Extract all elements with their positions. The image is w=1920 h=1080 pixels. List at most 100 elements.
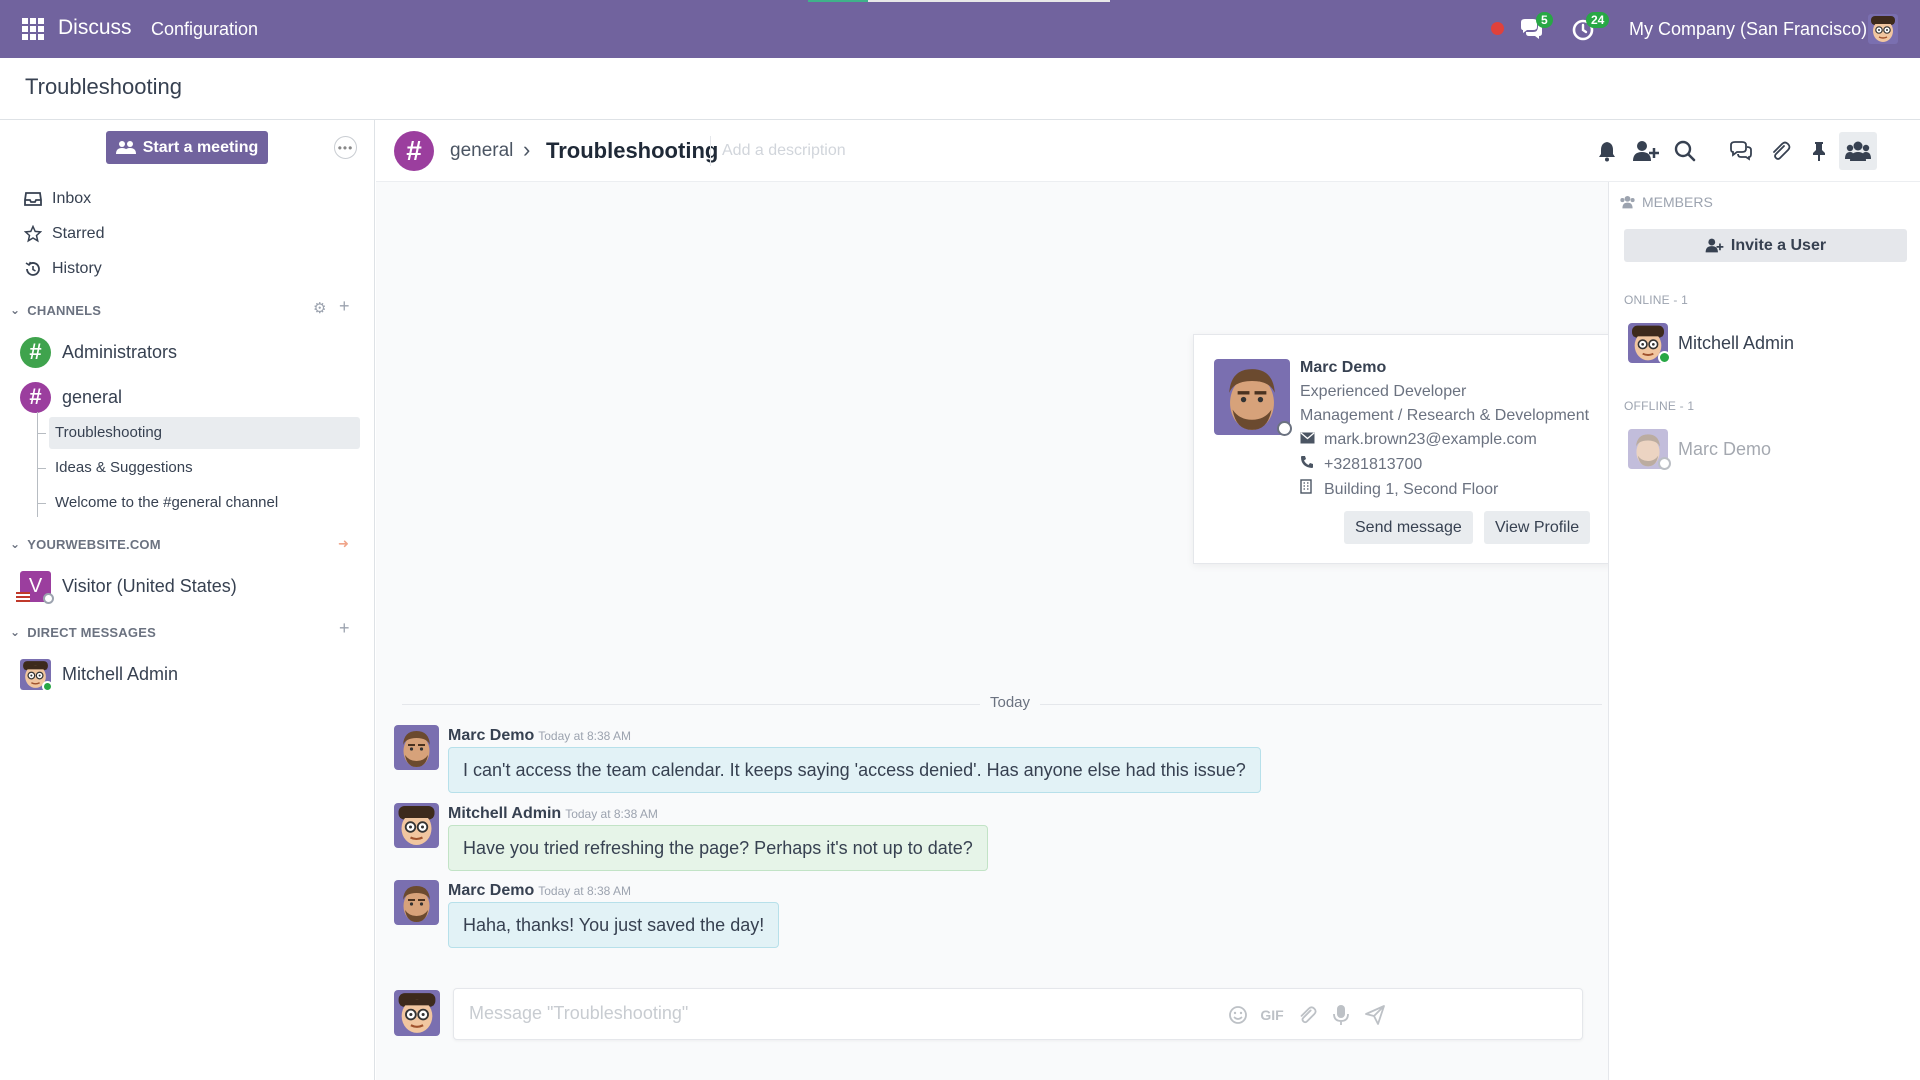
company-switcher[interactable]: My Company (San Francisco) [1629,19,1867,40]
activities-menu[interactable]: 24 [1571,12,1610,42]
messaging-menu[interactable]: 5 [1518,12,1553,42]
thread-name[interactable]: Troubleshooting [546,138,718,164]
smile-icon [1229,1006,1247,1024]
recording-indicator[interactable] [1491,22,1504,35]
send-message-button[interactable]: Send message [1344,511,1473,544]
notification-settings-button[interactable] [1588,132,1626,170]
invite-user-button[interactable]: Invite a User [1624,229,1907,262]
sidebar-item-history[interactable]: History [24,255,102,283]
hash-icon: # [20,336,51,368]
member-item[interactable]: Mitchell Admin [1628,322,1794,364]
paper-plane-icon [1365,1005,1385,1025]
profile-phone[interactable]: +3281813700 [1324,456,1422,473]
channel-settings-icon[interactable]: ⚙ [313,299,326,317]
sidebar-item-mitchell-admin[interactable]: Mitchell Admin [20,657,179,692]
messages-badge: 5 [1536,12,1553,28]
user-avatar[interactable] [1868,14,1898,44]
top-navbar: Discuss Configuration 5 24 My Company (S… [0,0,1920,58]
channel-label: general [62,386,123,407]
date-separator: Today [402,694,1602,714]
sidebar-item-welcome-thread[interactable]: Welcome to the #general channel [55,494,278,511]
add-dm-icon[interactable]: + [339,618,350,639]
inbox-icon [24,192,42,206]
sidebar-item-starred[interactable]: Starred [24,220,104,248]
attach-file-button[interactable] [1294,1002,1320,1028]
offline-status-icon [43,592,54,604]
history-icon [25,261,40,276]
menu-configuration[interactable]: Configuration [151,19,258,40]
star-icon [24,225,42,243]
loading-bar-track [868,0,1110,2]
pin-icon [1813,142,1825,161]
dm-label: Mitchell Admin [62,663,179,684]
more-options-button[interactable]: ••• [334,136,357,159]
description-field[interactable]: Add a description [722,142,846,160]
channel-label: Administrators [62,341,178,362]
send-button[interactable] [1362,1002,1388,1028]
sidebar-item-general[interactable]: # general [20,380,122,414]
member-list-panel: MEMBERS Invite a User ONLINE - 1 Mitchel… [1608,182,1920,1080]
threads-button[interactable] [1722,132,1760,170]
author-name[interactable]: Marc Demo [448,882,534,899]
profile-location: Building 1, Second Floor [1324,481,1499,498]
message-author[interactable]: Mitchell Admin Today at 8:38 AM [448,805,658,823]
composer-avatar [394,990,440,1036]
voice-message-button[interactable] [1328,1002,1354,1028]
sidebar-item-ideas-suggestions[interactable]: Ideas & Suggestions [55,459,193,476]
user-plus-icon [1633,141,1659,161]
profile-email[interactable]: mark.brown23@example.com [1324,431,1537,448]
user-plus-icon [1705,238,1724,253]
search-button[interactable] [1666,132,1704,170]
gif-button[interactable]: GIF [1259,1002,1285,1028]
thread-tree-tick [37,468,46,469]
sidebar-item-troubleshooting[interactable]: Troubleshooting [55,424,162,441]
member-name: Mitchell Admin [1678,332,1795,353]
attachments-button[interactable] [1761,132,1799,170]
leave-icon[interactable]: ➜ [338,536,349,552]
online-status-icon [1658,351,1671,364]
member-item[interactable]: Marc Demo [1628,428,1771,470]
author-name[interactable]: Mitchell Admin [448,805,561,822]
sidebar-item-visitor[interactable]: V Visitor (United States) [16,569,237,604]
author-name[interactable]: Marc Demo [448,727,534,744]
member-list-button[interactable] [1839,132,1877,170]
sidebar-item-label: History [52,260,102,277]
dm-section-toggle[interactable]: ⌄ DIRECT MESSAGES [10,622,156,642]
profile-email-row[interactable]: mark.brown23@example.com [1300,431,1537,449]
dm-header: DIRECT MESSAGES [27,624,156,640]
users-icon [1845,141,1871,161]
author-avatar[interactable] [394,725,439,770]
profile-phone-row[interactable]: +3281813700 [1300,455,1422,474]
parent-channel-link[interactable]: general [450,140,513,162]
emoji-button[interactable] [1225,1002,1251,1028]
message-timestamp: Today at 8:38 AM [565,807,658,821]
sidebar-item-inbox[interactable]: Inbox [24,185,91,213]
thread-header: # general › Troubleshooting Add a descri… [376,120,1920,182]
pinned-messages-button[interactable] [1800,132,1838,170]
message-timestamp: Today at 8:38 AM [538,884,631,898]
message-bubble: I can't access the team calendar. It kee… [448,747,1261,793]
ellipsis-icon: ••• [337,140,354,155]
members-heading: MEMBERS [1619,194,1713,210]
message-list[interactable]: Today Marc Demo Today at 8:38 AM I can't … [376,182,1608,1080]
website-section-toggle[interactable]: ⌄ YOURWEBSITE.COM [10,534,161,554]
thread-tree-line [37,412,38,517]
channels-header: CHANNELS [27,302,102,318]
start-meeting-button[interactable]: Start a meeting [106,131,268,164]
profile-name: Marc Demo [1300,359,1387,376]
sidebar-item-administrators[interactable]: # Administrators [20,335,177,369]
author-avatar[interactable] [394,803,439,848]
app-name[interactable]: Discuss [58,16,132,40]
chevron-down-icon: ⌄ [10,537,21,551]
message-author[interactable]: Marc Demo Today at 8:38 AM [448,882,631,900]
channels-section-toggle[interactable]: ⌄ CHANNELS [10,300,101,320]
app-menu-icon[interactable] [22,18,44,40]
message-author[interactable]: Marc Demo Today at 8:38 AM [448,727,631,745]
offline-status-icon [1277,421,1292,436]
add-channel-icon[interactable]: + [339,296,350,317]
author-avatar[interactable] [394,880,439,925]
avatar [1628,429,1671,470]
view-profile-button[interactable]: View Profile [1484,511,1591,544]
add-users-button[interactable] [1627,132,1665,170]
us-flag-icon [16,591,30,602]
